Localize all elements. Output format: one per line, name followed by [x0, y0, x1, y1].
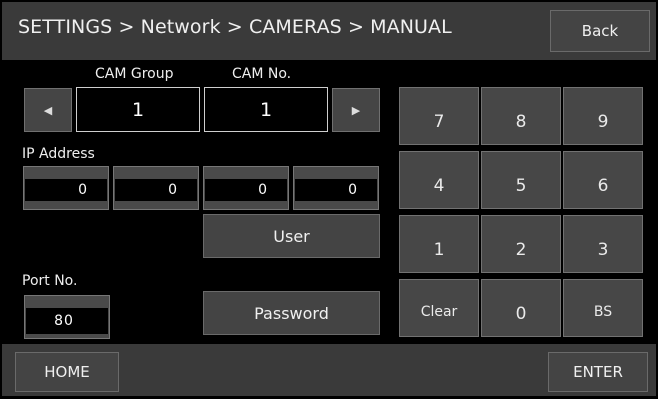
- cam-group-label: CAM Group: [95, 66, 174, 82]
- ip-octet-3-value: 0: [205, 179, 287, 201]
- ip-octet-3-field[interactable]: 0: [203, 166, 289, 210]
- ip-octet-4-value: 0: [295, 179, 377, 201]
- key-0[interactable]: 0: [481, 279, 561, 337]
- key-2[interactable]: 2: [481, 215, 561, 273]
- backspace-key[interactable]: BS: [563, 279, 643, 337]
- key-7[interactable]: 7: [399, 87, 479, 145]
- key-1[interactable]: 1: [399, 215, 479, 273]
- cam-next-button[interactable]: ▶: [332, 88, 380, 132]
- footer-bar: HOME ENTER: [2, 344, 656, 396]
- port-label: Port No.: [22, 273, 78, 289]
- ip-octet-1-value: 0: [25, 179, 107, 201]
- cam-number-value[interactable]: 1: [204, 87, 328, 132]
- enter-button[interactable]: ENTER: [548, 352, 648, 392]
- key-6[interactable]: 6: [563, 151, 643, 209]
- ip-octet-2-field[interactable]: 0: [113, 166, 199, 210]
- ip-octet-1-field[interactable]: 0: [23, 166, 109, 210]
- triangle-right-icon: ▶: [351, 103, 361, 117]
- user-button[interactable]: User: [203, 214, 380, 258]
- cam-prev-button[interactable]: ◀: [24, 88, 72, 132]
- key-3[interactable]: 3: [563, 215, 643, 273]
- key-9[interactable]: 9: [563, 87, 643, 145]
- cam-number-label: CAM No.: [232, 66, 292, 82]
- cam-group-value[interactable]: 1: [76, 87, 200, 132]
- triangle-left-icon: ◀: [43, 103, 53, 117]
- home-button[interactable]: HOME: [15, 352, 119, 392]
- header-bar: SETTINGS > Network > CAMERAS > MANUAL Ba…: [2, 2, 656, 60]
- key-8[interactable]: 8: [481, 87, 561, 145]
- breadcrumb-title: SETTINGS > Network > CAMERAS > MANUAL: [18, 16, 452, 38]
- key-5[interactable]: 5: [481, 151, 561, 209]
- key-4[interactable]: 4: [399, 151, 479, 209]
- ip-octet-4-field[interactable]: 0: [293, 166, 379, 210]
- ip-address-label: IP Address: [22, 146, 95, 162]
- back-button[interactable]: Back: [550, 10, 650, 52]
- port-value: 80: [26, 308, 108, 334]
- port-field[interactable]: 80: [24, 295, 110, 339]
- clear-key[interactable]: Clear: [399, 279, 479, 337]
- password-button[interactable]: Password: [203, 291, 380, 335]
- ip-octet-2-value: 0: [115, 179, 197, 201]
